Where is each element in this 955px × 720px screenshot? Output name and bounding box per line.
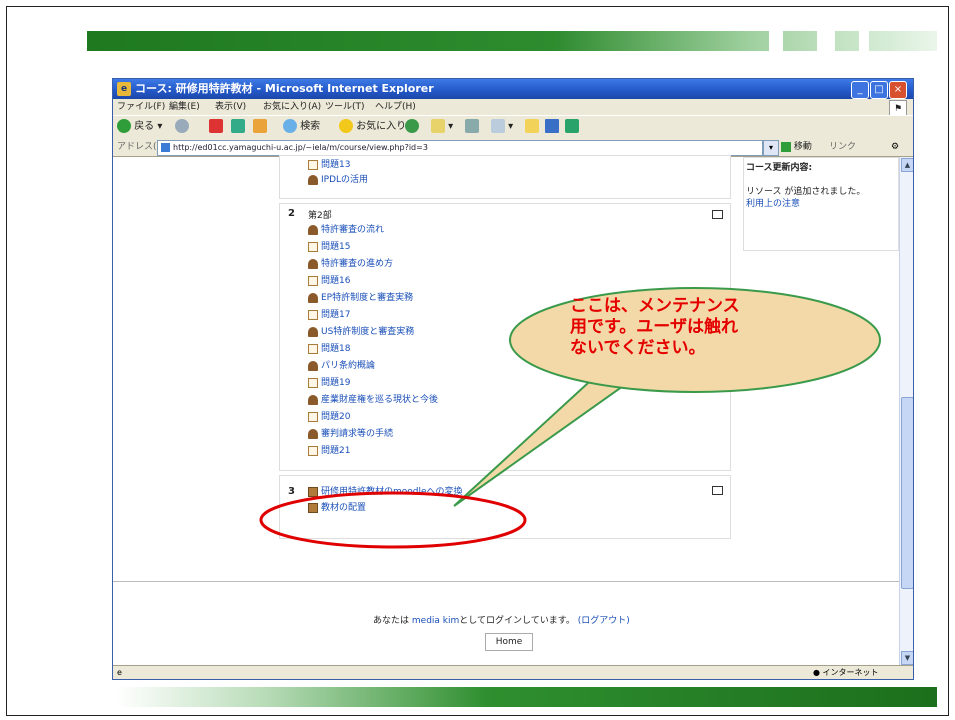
highlight-ellipse [259,491,527,549]
annotation-overlay [259,287,881,549]
callout-text: ここは、メンテナンス 用です。ユーザは触れ ないでください。 [570,296,740,358]
callout-bubble [453,370,643,507]
